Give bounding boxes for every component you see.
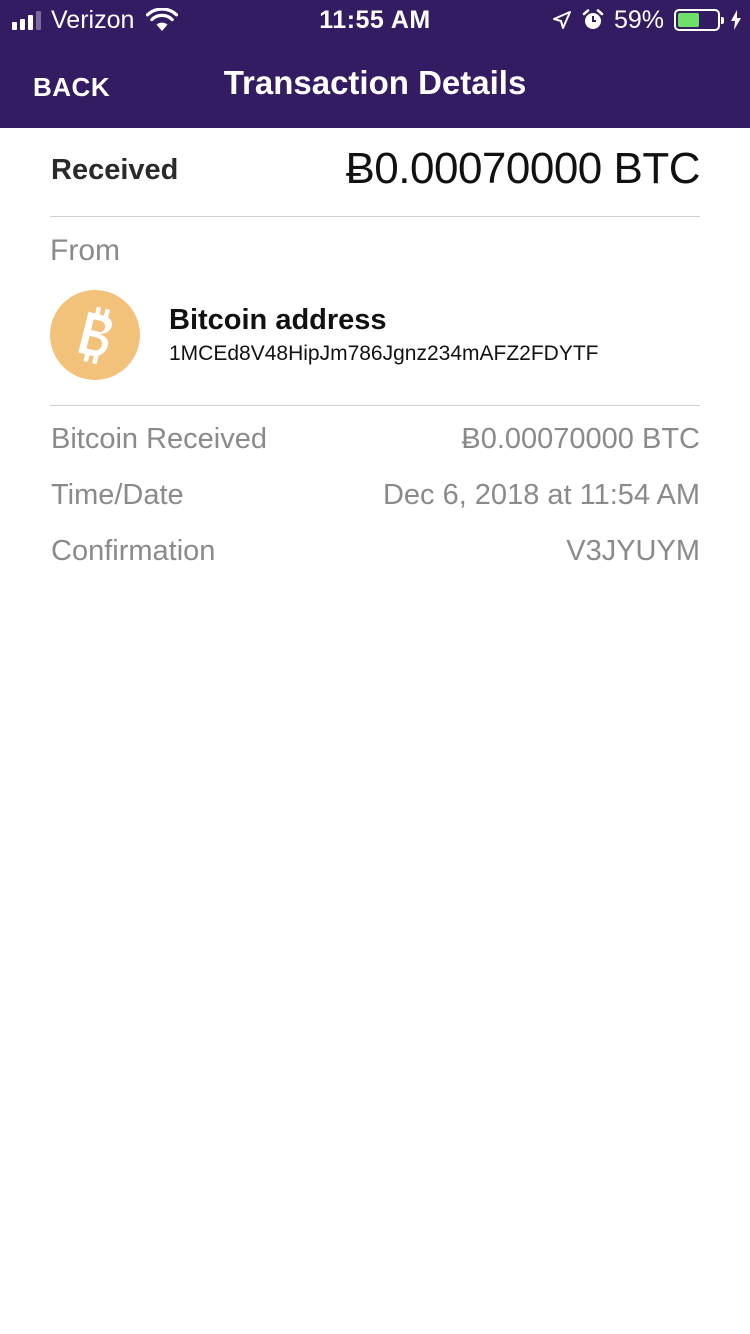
page-title: Transaction Details	[223, 64, 527, 101]
detail-label: Time/Date	[51, 479, 184, 511]
divider	[50, 216, 700, 217]
received-amount: Ƀ0.00070000 BTC	[345, 144, 700, 193]
bitcoin-icon	[50, 290, 140, 380]
location-arrow-icon	[552, 11, 571, 29]
divider	[50, 405, 700, 406]
from-label: From	[50, 234, 120, 267]
detail-value: Ƀ0.00070000 BTC	[461, 423, 700, 455]
alarm-icon	[582, 9, 604, 29]
detail-row-bitcoin-received: Bitcoin Received Ƀ0.00070000 BTC	[50, 423, 700, 463]
detail-label: Bitcoin Received	[51, 423, 267, 455]
charging-bolt-icon	[731, 10, 741, 30]
detail-row-confirmation: Confirmation V3JYUYM	[50, 535, 700, 575]
app-header: Verizon 11:55 AM 59% BACK Transaction De…	[0, 0, 750, 128]
detail-value: Dec 6, 2018 at 11:54 AM	[382, 479, 700, 511]
detail-row-time-date: Time/Date Dec 6, 2018 at 11:54 AM	[50, 479, 700, 519]
status-bar: Verizon 11:55 AM 59%	[0, 0, 750, 40]
received-label: Received	[51, 154, 179, 186]
battery-percent: 59%	[613, 5, 664, 34]
status-right: 59%	[552, 6, 742, 34]
battery-level-fill	[678, 13, 699, 27]
detail-value: V3JYUYM	[566, 535, 700, 567]
received-summary: Received Ƀ0.00070000 BTC	[50, 140, 700, 216]
address-title: Bitcoin address	[169, 304, 387, 336]
battery-icon	[674, 9, 724, 31]
bitcoin-address[interactable]: 1MCEd8V48HipJm786Jgnz234mAFZ2FDYTF	[169, 342, 599, 366]
detail-label: Confirmation	[51, 535, 216, 567]
